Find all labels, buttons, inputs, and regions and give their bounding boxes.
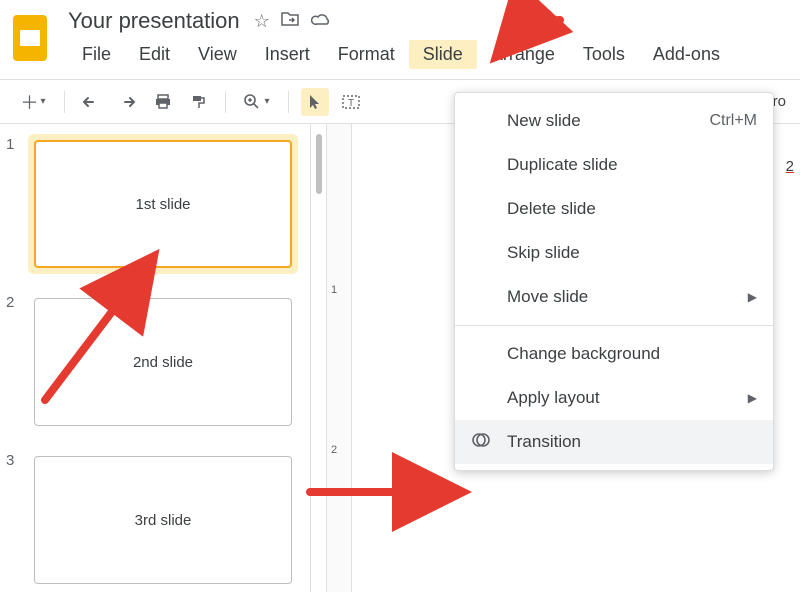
- slide-content-label: 2nd slide: [133, 354, 193, 371]
- new-slide-button[interactable]: ＋▾: [14, 88, 52, 116]
- print-button[interactable]: [149, 88, 177, 116]
- canvas-fragment: 2: [786, 158, 794, 175]
- menu-tools[interactable]: Tools: [569, 40, 639, 69]
- cloud-status-icon[interactable]: [310, 11, 332, 32]
- select-tool[interactable]: [301, 88, 329, 116]
- slide-thumbnail-1[interactable]: 1st slide: [34, 140, 292, 268]
- textbox-tool[interactable]: T: [337, 88, 365, 116]
- slide-dropdown: New slide Ctrl+M Duplicate slide Delete …: [454, 92, 774, 471]
- paint-format-button[interactable]: [185, 88, 213, 116]
- document-title[interactable]: Your presentation: [68, 8, 240, 34]
- menu-edit[interactable]: Edit: [125, 40, 184, 69]
- redo-button[interactable]: [113, 88, 141, 116]
- menu-skip-slide[interactable]: Skip slide: [455, 231, 773, 275]
- star-icon[interactable]: ☆: [254, 11, 270, 32]
- toolbar-separator: [64, 91, 65, 113]
- menu-item-label: Move slide: [507, 287, 588, 307]
- menu-move-slide[interactable]: Move slide ▶: [455, 275, 773, 319]
- app-header: Your presentation ☆ File Edit View Inser…: [0, 0, 800, 80]
- move-folder-icon[interactable]: [280, 11, 300, 32]
- menu-item-label: Transition: [507, 432, 581, 452]
- slide-number: 3: [6, 450, 28, 469]
- menu-item-label: Apply layout: [507, 388, 600, 408]
- vertical-ruler: 1 2: [326, 124, 352, 592]
- menu-insert[interactable]: Insert: [251, 40, 324, 69]
- slides-logo: [10, 12, 50, 64]
- transition-icon: [471, 430, 491, 455]
- menu-item-label: Duplicate slide: [507, 155, 618, 175]
- toolbar-separator: [225, 91, 226, 113]
- slide-thumb-row: 2 2nd slide: [6, 292, 304, 432]
- slide-number: 1: [6, 134, 28, 153]
- slide-number: 2: [6, 292, 28, 311]
- slide-thumbnail-2[interactable]: 2nd slide: [34, 298, 292, 426]
- slide-thumb-row: 1 1st slide: [6, 134, 304, 274]
- ruler-tick: 2: [331, 444, 337, 456]
- zoom-button[interactable]: ▾: [238, 88, 276, 116]
- slide-panel: 1 1st slide 2 2nd slide 3 3rd slide: [0, 124, 310, 592]
- menu-arrange[interactable]: Arrange: [477, 40, 569, 69]
- menu-item-label: New slide: [507, 111, 581, 131]
- scrollbar-thumb[interactable]: [316, 134, 322, 194]
- submenu-arrow-icon: ▶: [748, 391, 757, 405]
- menu-item-label: Change background: [507, 344, 660, 364]
- slide-content-label: 3rd slide: [135, 512, 192, 529]
- menu-delete-slide[interactable]: Delete slide: [455, 187, 773, 231]
- slide-thumbnail-3[interactable]: 3rd slide: [34, 456, 292, 584]
- toolbar-separator: [288, 91, 289, 113]
- undo-button[interactable]: [77, 88, 105, 116]
- menu-addons[interactable]: Add-ons: [639, 40, 734, 69]
- menu-slide[interactable]: Slide: [409, 40, 477, 69]
- menu-file[interactable]: File: [68, 40, 125, 69]
- title-area: Your presentation ☆ File Edit View Inser…: [68, 8, 734, 69]
- slide-content-label: 1st slide: [135, 196, 190, 213]
- menu-bar: File Edit View Insert Format Slide Arran…: [68, 40, 734, 69]
- title-row: Your presentation ☆: [68, 8, 734, 34]
- submenu-arrow-icon: ▶: [748, 290, 757, 304]
- svg-text:T: T: [348, 98, 354, 109]
- menu-separator: [455, 325, 773, 326]
- menu-item-label: Skip slide: [507, 243, 580, 263]
- menu-change-background[interactable]: Change background: [455, 332, 773, 376]
- menu-shortcut: Ctrl+M: [709, 112, 757, 130]
- menu-duplicate-slide[interactable]: Duplicate slide: [455, 143, 773, 187]
- ruler-tick: 1: [331, 284, 337, 296]
- menu-transition[interactable]: Transition: [455, 420, 773, 464]
- menu-new-slide[interactable]: New slide Ctrl+M: [455, 99, 773, 143]
- slide-thumb-row: 3 3rd slide: [6, 450, 304, 590]
- menu-format[interactable]: Format: [324, 40, 409, 69]
- scroll-gutter[interactable]: [310, 124, 326, 592]
- menu-apply-layout[interactable]: Apply layout ▶: [455, 376, 773, 420]
- menu-view[interactable]: View: [184, 40, 251, 69]
- menu-item-label: Delete slide: [507, 199, 596, 219]
